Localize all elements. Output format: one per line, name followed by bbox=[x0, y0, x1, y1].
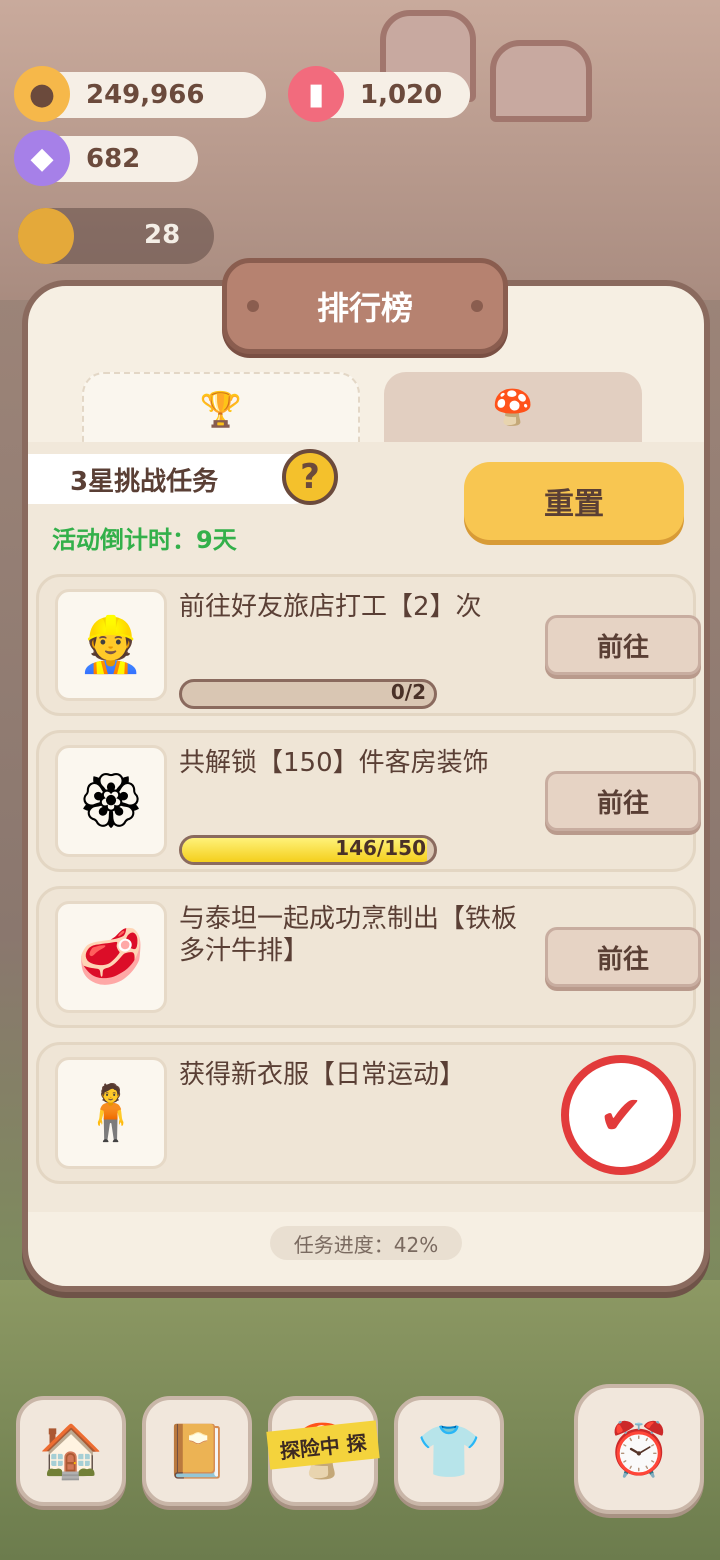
task-card: 👷 前往好友旅店打工【2】次 0/2 前往 bbox=[36, 574, 701, 716]
go-button[interactable]: 前往 bbox=[545, 771, 701, 831]
leaderboard-panel: 🏆 🍄 3星挑战任务 ? 活动倒计时：9天 重置 👷 前往好友旅店打工【2】次 … bbox=[22, 280, 710, 1292]
candles-counter[interactable]: ▮ 1,020 bbox=[288, 66, 470, 122]
challenge-title: 3星挑战任务 bbox=[28, 454, 318, 504]
character-alarm-icon: ⏰ bbox=[606, 1419, 672, 1480]
task-progress-bar: 0/2 bbox=[179, 679, 437, 709]
diary-icon: 📔 bbox=[164, 1421, 230, 1482]
plate-rivet bbox=[247, 300, 259, 312]
coins-counter[interactable]: ● 249,966 bbox=[14, 66, 266, 122]
trophy-icon: 🏆 bbox=[199, 390, 243, 430]
level-count: 28 bbox=[144, 220, 181, 250]
task-card: 🧍 获得新衣服【日常运动】 ✔ bbox=[36, 1042, 696, 1184]
reset-label: 重置 bbox=[544, 487, 604, 522]
task-list[interactable]: 👷 前往好友旅店打工【2】次 0/2 前往 🏵 共解锁【150】件客房装饰 14… bbox=[28, 560, 704, 1200]
coins-value: 249,966 bbox=[86, 80, 205, 110]
candles-value: 1,020 bbox=[360, 80, 443, 110]
nav-diary[interactable]: 📔 bbox=[142, 1396, 252, 1506]
gems-value: 682 bbox=[86, 144, 141, 174]
gem-icon: ◆ bbox=[14, 130, 70, 186]
help-button[interactable]: ? bbox=[282, 449, 338, 505]
steak-plate-icon: 🥩 bbox=[55, 901, 167, 1013]
nav-mushroom-house[interactable]: 🏠 bbox=[16, 1396, 126, 1506]
go-button[interactable]: 前往 bbox=[545, 615, 701, 675]
cookie-coin-icon: ● bbox=[14, 66, 70, 122]
candle-icon: ▮ bbox=[288, 66, 344, 122]
go-label: 前往 bbox=[596, 944, 649, 975]
sport-outfit-icon: 🧍 bbox=[55, 1057, 167, 1169]
challenge-title-text: 3星挑战任务 bbox=[70, 466, 219, 497]
worker-girl-icon: 👷 bbox=[55, 589, 167, 701]
task-text: 共解锁【150】件客房装饰 bbox=[179, 748, 489, 778]
page-title: 排行榜 bbox=[316, 289, 413, 327]
tab-trophy[interactable]: 🏆 bbox=[82, 372, 360, 446]
progress-text: 0/2 bbox=[390, 680, 426, 704]
mushroom-icon: 🍄 bbox=[491, 388, 535, 428]
background-cabinet bbox=[490, 40, 592, 122]
task-text: 获得新衣服【日常运动】 bbox=[179, 1060, 466, 1090]
task-card: 🏵 共解锁【150】件客房装饰 146/150 前往 bbox=[36, 730, 701, 872]
level-indicator: 28 bbox=[18, 208, 214, 264]
task-progress-summary: 任务进度：42% bbox=[270, 1226, 462, 1260]
event-countdown: 活动倒计时：9天 bbox=[52, 526, 237, 554]
gems-counter[interactable]: ◆ 682 bbox=[14, 130, 198, 186]
question-icon: ? bbox=[300, 457, 320, 497]
task-card: 🥩 与泰坦一起成功烹制出【铁板多汁牛排】 前往 bbox=[36, 886, 701, 1028]
decoration-badge-icon: 🏵 bbox=[55, 745, 167, 857]
go-button[interactable]: 前往 bbox=[545, 927, 701, 987]
completed-stamp-icon: ✔ bbox=[561, 1055, 681, 1175]
tab-mushroom[interactable]: 🍄 bbox=[384, 372, 642, 444]
nav-character[interactable]: ⏰ bbox=[574, 1384, 704, 1514]
go-label: 前往 bbox=[596, 788, 649, 819]
plate-rivet bbox=[471, 300, 483, 312]
task-progress-bar: 146/150 bbox=[179, 835, 437, 865]
sun-icon bbox=[18, 208, 74, 264]
clothes-icon: 👕 bbox=[416, 1421, 482, 1482]
leaderboard-title-plate: 排行榜 bbox=[222, 258, 508, 354]
task-text: 前往好友旅店打工【2】次 bbox=[179, 592, 482, 622]
mushroom-house-icon: 🏠 bbox=[38, 1421, 104, 1482]
task-text: 与泰坦一起成功烹制出【铁板多汁牛排】 bbox=[179, 904, 518, 966]
go-label: 前往 bbox=[596, 632, 649, 663]
progress-text: 146/150 bbox=[335, 836, 426, 860]
reset-button[interactable]: 重置 bbox=[464, 462, 684, 540]
nav-clothes[interactable]: 👕 bbox=[394, 1396, 504, 1506]
